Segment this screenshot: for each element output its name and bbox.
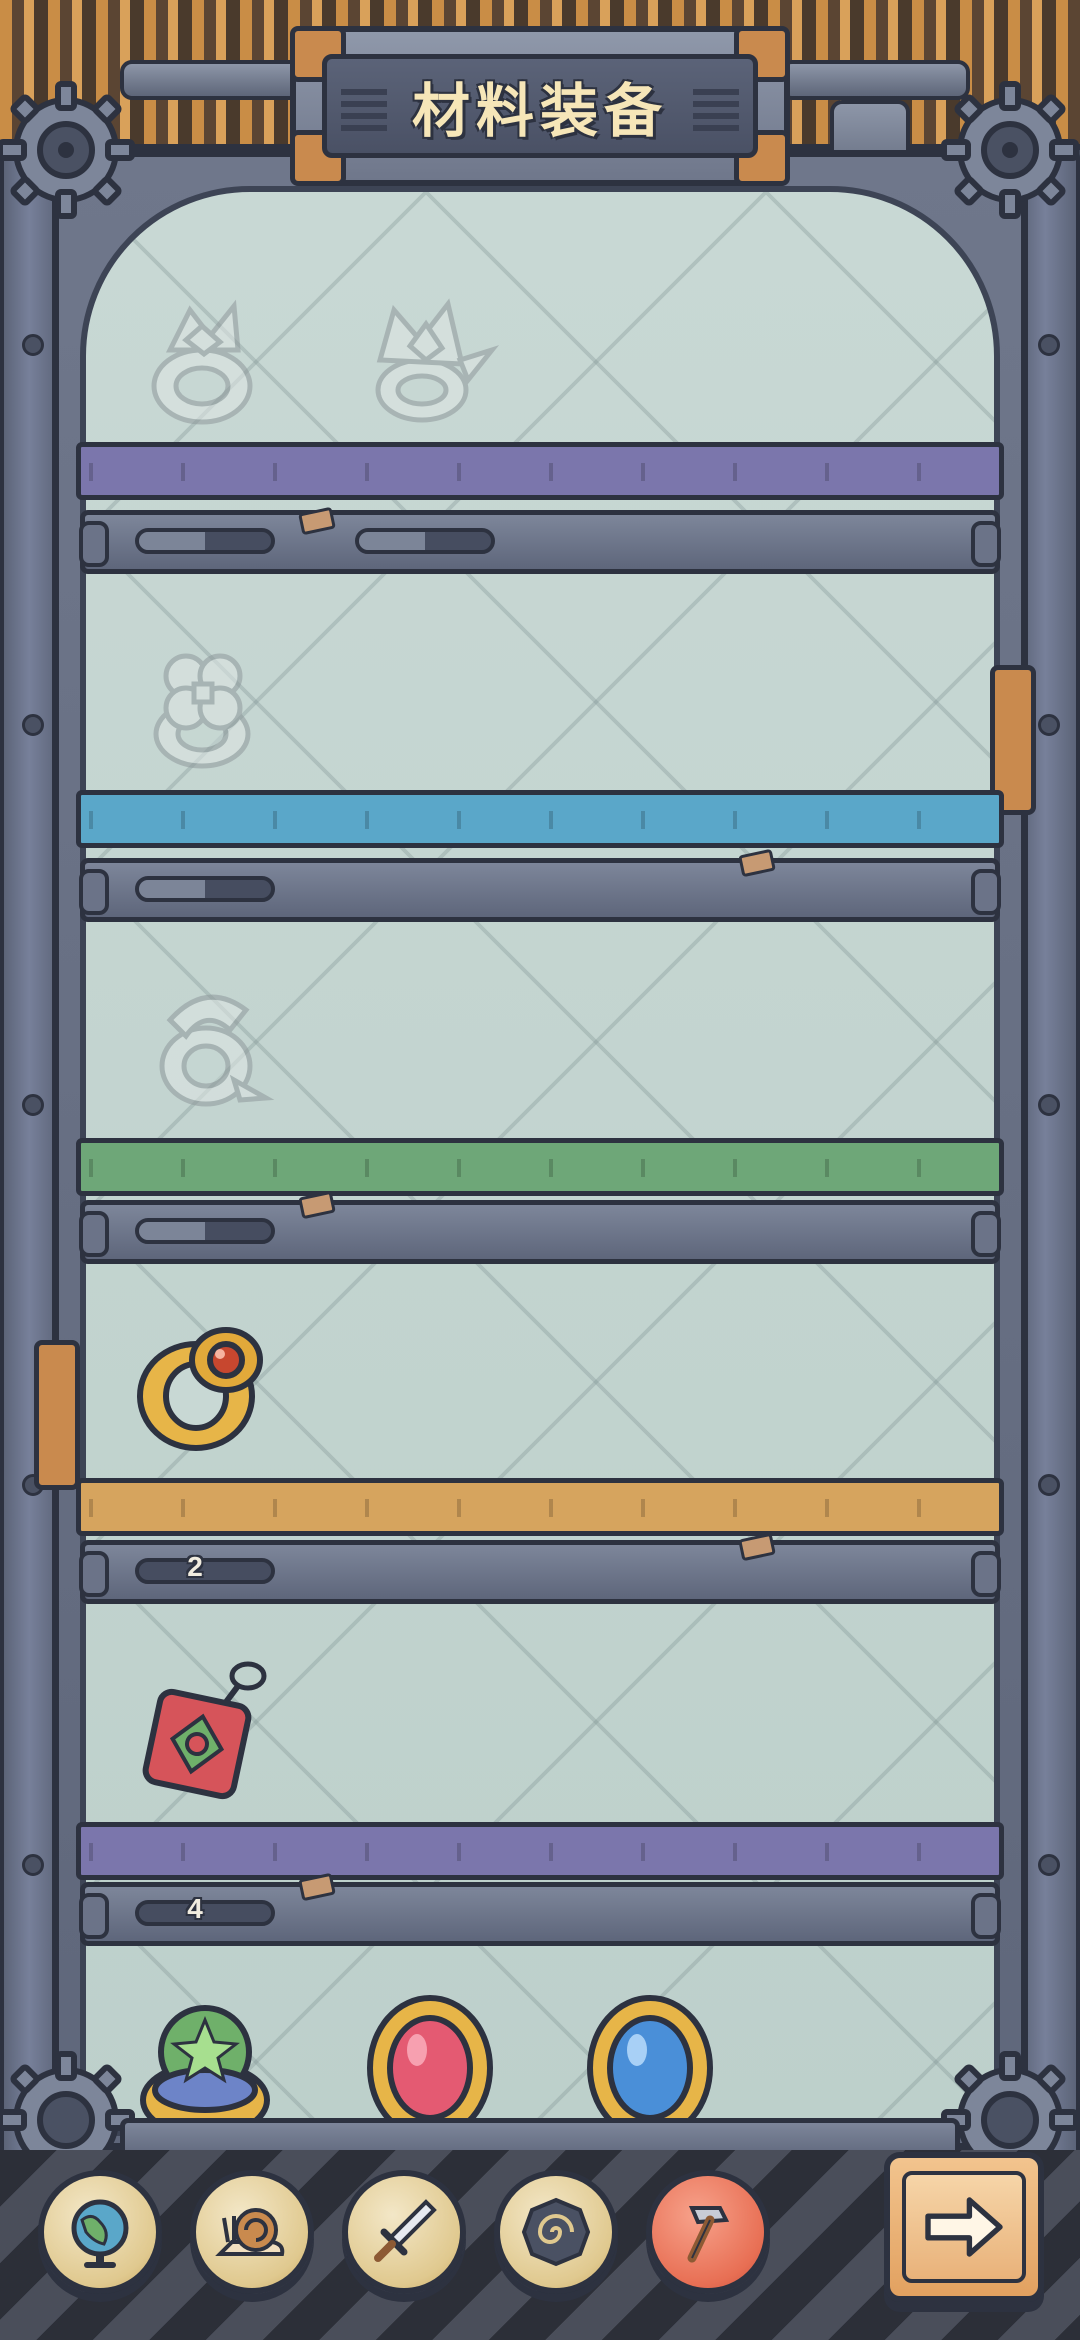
- shelf-board-blue: [76, 790, 1004, 848]
- shelf-rail: 2: [79, 1540, 1001, 1604]
- shelf-board-green: [76, 1138, 1004, 1196]
- shelf-rail: [79, 858, 1001, 922]
- shelf-board-purple: [76, 442, 1004, 500]
- nav-hammer-button[interactable]: [646, 2170, 770, 2294]
- nav-sword-button[interactable]: [342, 2170, 466, 2294]
- red-amulet[interactable]: [130, 1650, 280, 1800]
- ruby-gold-ring[interactable]: [130, 1310, 280, 1460]
- progress-bar: [135, 1218, 275, 1244]
- hinge-left: [34, 1340, 80, 1490]
- nav-spiral-button[interactable]: [494, 2170, 618, 2294]
- clover-ring-locked[interactable]: [130, 630, 280, 780]
- nav-snail-button[interactable]: [190, 2170, 314, 2294]
- globe-icon: [71, 2199, 129, 2268]
- progress-bar: [355, 528, 495, 554]
- shelf-rail: [79, 510, 1001, 574]
- shelf-board-orange: [76, 1478, 1004, 1536]
- thorn-ring-locked[interactable]: [350, 290, 500, 440]
- progress-bar: [135, 528, 275, 554]
- hammer-icon: [687, 2206, 730, 2263]
- title-plate: 材料装备: [290, 26, 790, 186]
- arrow-right-icon: [925, 2197, 1003, 2257]
- sword-icon: [374, 2199, 437, 2262]
- pipe-left: [120, 60, 310, 100]
- item-count: 4: [187, 1893, 203, 1924]
- shelf-rail: 4: [79, 1882, 1001, 1946]
- spiral-icon: [521, 2197, 591, 2267]
- shelf-rail: [79, 1200, 1001, 1264]
- machine-background: 材料装备 2 4: [0, 0, 1080, 2340]
- snail-icon: [215, 2208, 285, 2256]
- nav-globe-button[interactable]: [38, 2170, 162, 2294]
- item-count: 2: [187, 1551, 203, 1582]
- spiky-ring-locked[interactable]: [130, 290, 280, 440]
- progress-bar: [135, 876, 275, 902]
- claw-ring-locked[interactable]: [130, 970, 280, 1120]
- shelf-board-purple: [76, 1822, 1004, 1880]
- gear-icon: [941, 81, 1079, 219]
- gear-icon: [0, 81, 135, 219]
- next-button[interactable]: [884, 2152, 1044, 2302]
- page-title: 材料装备: [411, 79, 668, 144]
